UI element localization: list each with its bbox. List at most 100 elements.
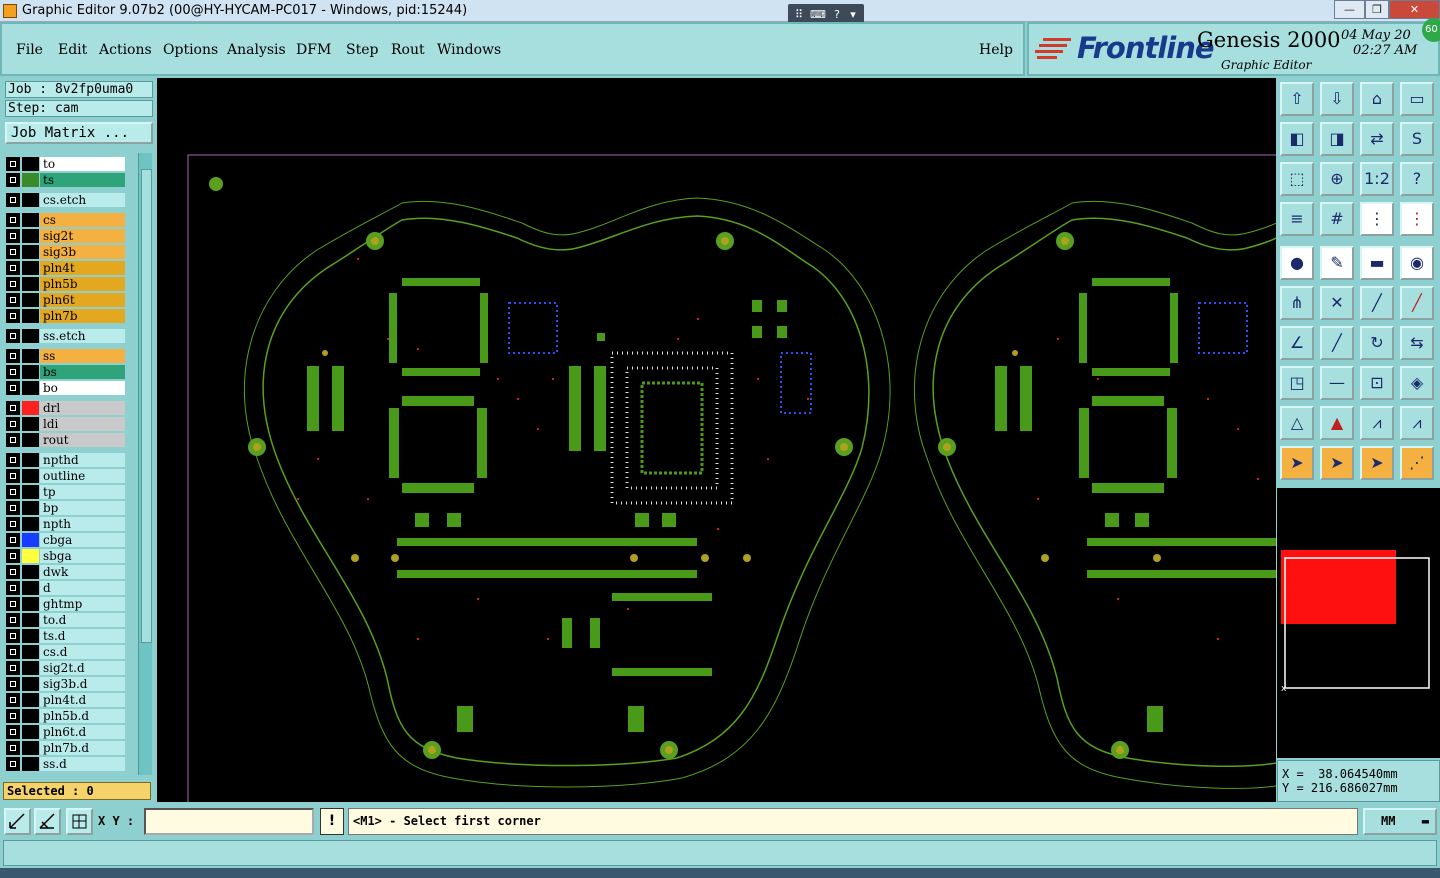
graphic-canvas[interactable] (157, 78, 1276, 802)
layer-name[interactable]: to (40, 157, 125, 171)
move-left-button[interactable]: ◧ (1280, 122, 1314, 156)
layer-color-swatch[interactable] (22, 157, 39, 171)
layer-name[interactable]: pln5b (40, 277, 125, 291)
layer-row-pln5b-d[interactable]: pln5b.d (5, 709, 125, 723)
layer-color-swatch[interactable] (22, 349, 39, 363)
layer-row-sig3b[interactable]: sig3b (5, 245, 125, 259)
close-button[interactable]: ✕ (1389, 0, 1440, 19)
scrollbar-thumb[interactable] (141, 169, 152, 643)
layer-name[interactable]: pln4t (40, 261, 125, 275)
layer-row-sig2t-d[interactable]: sig2t.d (5, 661, 125, 675)
layer-checkbox[interactable] (6, 193, 20, 207)
layer-row-rout[interactable]: rout (5, 433, 125, 447)
layer-row-outline[interactable]: outline (5, 469, 125, 483)
layer-color-swatch[interactable] (22, 381, 39, 395)
align-button[interactable]: ⊡ (1360, 366, 1394, 400)
layer-checkbox[interactable] (6, 645, 20, 659)
layer-name[interactable]: drl (40, 401, 125, 415)
mirror-button[interactable]: ⇆ (1400, 326, 1434, 360)
layer-name[interactable]: ghtmp (40, 597, 125, 611)
layer-checkbox[interactable] (6, 485, 20, 499)
upload-button[interactable]: ⇧ (1280, 82, 1314, 116)
layer-row-cs[interactable]: cs (5, 213, 125, 227)
layer-checkbox[interactable] (6, 293, 20, 307)
home-button[interactable]: ⌂ (1360, 82, 1394, 116)
layer-name[interactable]: cs (40, 213, 125, 227)
layer-name[interactable]: ss.etch (40, 329, 125, 343)
layer-row-bo[interactable]: bo (5, 381, 125, 395)
layer-checkbox[interactable] (6, 433, 20, 447)
layer-color-swatch[interactable] (22, 433, 39, 447)
layer-scrollbar[interactable] (138, 153, 152, 775)
layer-name[interactable]: sig3b (40, 245, 125, 259)
pointer-box-button[interactable]: ➤ (1320, 446, 1354, 480)
layer-name[interactable]: to.d (40, 613, 125, 627)
panel-button[interactable]: ▭ (1400, 82, 1434, 116)
layer-checkbox[interactable] (6, 453, 20, 467)
layer-name[interactable]: ss.d (40, 757, 125, 771)
layer-row-drl[interactable]: drl (5, 401, 125, 415)
menu-edit[interactable]: Edit (58, 42, 87, 58)
layer-checkbox[interactable] (6, 725, 20, 739)
layer-color-swatch[interactable] (22, 245, 39, 259)
layer-checkbox[interactable] (6, 229, 20, 243)
layer-name[interactable]: pln6t (40, 293, 125, 307)
layer-name[interactable]: ts (40, 173, 125, 187)
pencil-button[interactable]: ✎ (1320, 246, 1354, 280)
layer-color-swatch[interactable] (22, 709, 39, 723)
layer-checkbox[interactable] (6, 261, 20, 275)
layer-color-swatch[interactable] (22, 517, 39, 531)
layer-row-sig2t[interactable]: sig2t (5, 229, 125, 243)
layer-row-d[interactable]: d (5, 581, 125, 595)
layer-row-pln6t[interactable]: pln6t (5, 293, 125, 307)
layer-color-swatch[interactable] (22, 277, 39, 291)
layer-row-ldi[interactable]: ldi (5, 417, 125, 431)
menu-windows[interactable]: Windows (437, 42, 501, 58)
layer-color-swatch[interactable] (22, 173, 39, 187)
line-node-red-button[interactable]: ╱ (1400, 286, 1434, 320)
layer-color-swatch[interactable] (22, 581, 39, 595)
layer-row-pln6t-d[interactable]: pln6t.d (5, 725, 125, 739)
layer-checkbox[interactable] (6, 517, 20, 531)
overview-minimap[interactable]: x (1277, 488, 1440, 758)
swap-button[interactable]: ⇄ (1360, 122, 1394, 156)
zoom-center-button[interactable]: ⊕ (1320, 162, 1354, 196)
layer-row-ss[interactable]: ss (5, 349, 125, 363)
download-button[interactable]: ⇩ (1320, 82, 1354, 116)
layer-checkbox[interactable] (6, 157, 20, 171)
snap-mode-button[interactable] (4, 808, 31, 835)
layer-color-swatch[interactable] (22, 261, 39, 275)
layer-name[interactable]: tp (40, 485, 125, 499)
layer-checkbox[interactable] (6, 381, 20, 395)
layer-checkbox[interactable] (6, 661, 20, 675)
pcb-drawing[interactable] (157, 78, 1276, 802)
layer-name[interactable]: outline (40, 469, 125, 483)
layer-checkbox[interactable] (6, 693, 20, 707)
unit-selector[interactable]: MM ▬ (1363, 808, 1437, 835)
layer-name[interactable]: npthd (40, 453, 125, 467)
layer-checkbox[interactable] (6, 501, 20, 515)
layer-row-cs-d[interactable]: cs.d (5, 645, 125, 659)
arch-line-button[interactable]: ⩘ (1400, 406, 1434, 440)
layer-row-ss-d[interactable]: ss.d (5, 757, 125, 771)
help-circle-icon[interactable]: ? (830, 8, 844, 22)
layer-checkbox[interactable] (6, 417, 20, 431)
layer-row-npthd[interactable]: npthd (5, 453, 125, 467)
layer-row-pln7b-d[interactable]: pln7b.d (5, 741, 125, 755)
layer-name[interactable]: cs.d (40, 645, 125, 659)
menu-help[interactable]: Help (979, 42, 1013, 58)
layer-row-pln4t-d[interactable]: pln4t.d (5, 693, 125, 707)
layer-name[interactable]: ldi (40, 417, 125, 431)
scale-1-2-button[interactable]: 1:2 (1360, 162, 1394, 196)
layer-color-swatch[interactable] (22, 757, 39, 771)
layer-color-swatch[interactable] (22, 485, 39, 499)
menu-options[interactable]: Options (163, 42, 218, 58)
layer-name[interactable]: bo (40, 381, 125, 395)
dot-button[interactable]: ◉ (1400, 246, 1434, 280)
line-node-button[interactable]: ╱ (1360, 286, 1394, 320)
layer-checkbox[interactable] (6, 469, 20, 483)
layer-row-ts-d[interactable]: ts.d (5, 629, 125, 643)
node-box-button[interactable]: ◳ (1280, 366, 1314, 400)
layer-row-dwk[interactable]: dwk (5, 565, 125, 579)
menu-analysis[interactable]: Analysis (227, 42, 286, 58)
